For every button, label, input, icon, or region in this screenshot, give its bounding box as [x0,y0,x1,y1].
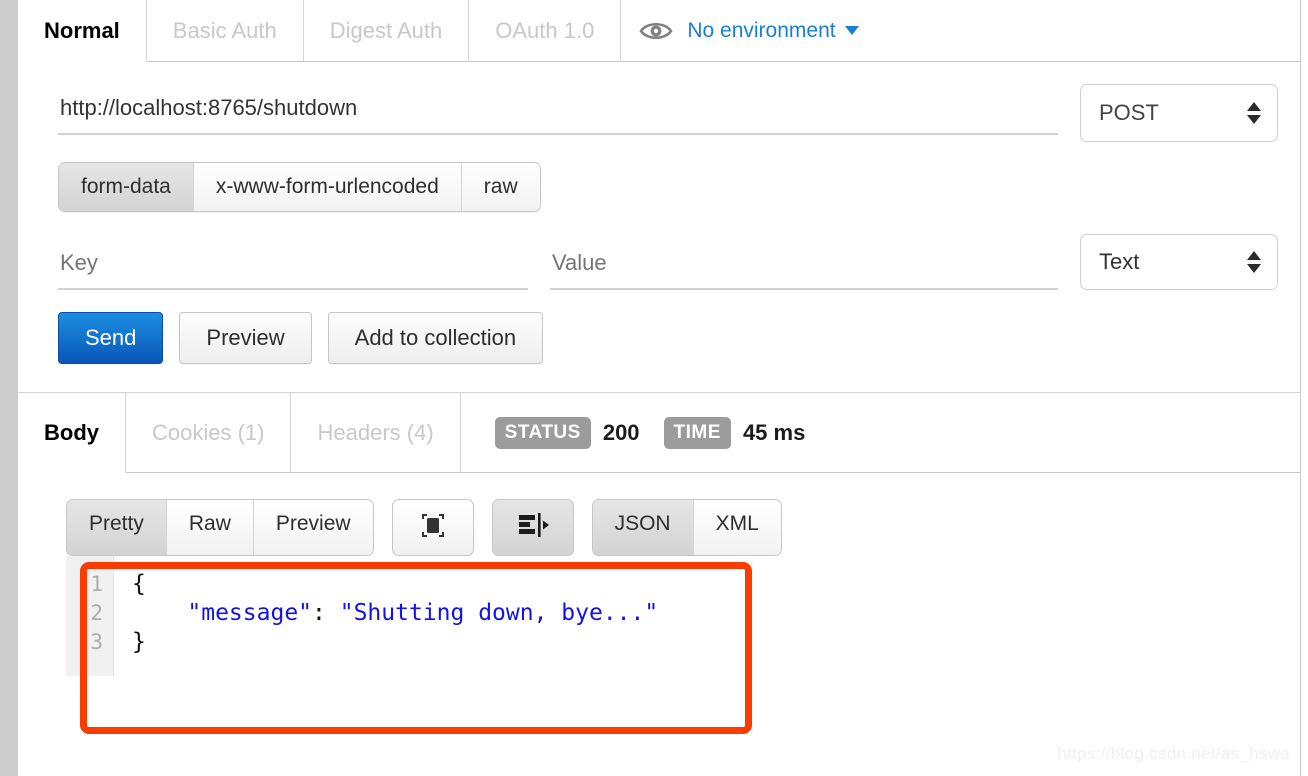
fullscreen-icon [418,510,448,545]
rest-client-app: Normal Basic Auth Digest Auth OAuth 1.0 … [18,0,1300,776]
response-lang-label: XML [716,512,759,535]
environment-selector[interactable]: No environment [687,19,858,43]
form-value-input[interactable] [550,246,1058,290]
word-wrap-icon [516,510,550,545]
auth-tab-label: OAuth 1.0 [495,18,594,44]
response-view-label: Preview [276,512,351,535]
http-method-value: POST [1099,100,1159,126]
body-type-label: raw [484,175,518,198]
watermark: https://blog.csdn.net/as_hswa [1057,744,1290,764]
auth-tab-basic-auth[interactable]: Basic Auth [147,0,304,62]
line-number-gutter: 1 2 3 [66,556,114,676]
http-method-select[interactable]: POST [1080,84,1278,142]
form-data-row: Text [18,212,1300,290]
left-window-edge [0,0,18,776]
response-meta: STATUS 200 TIME 45 ms [461,393,1300,473]
response-language-segmented-control: JSON XML [592,499,782,556]
time-badge: TIME [664,417,731,449]
code-line: "message": "Shutting down, bye..." [132,599,1246,628]
body-type-form-data[interactable]: form-data [59,163,194,211]
json-string-value: "Shutting down, bye..." [340,600,659,626]
response-tab-label: Body [44,420,99,446]
response-view-preview[interactable]: Preview [254,500,373,555]
environment-area: No environment [621,0,1300,62]
response-tab-cookies[interactable]: Cookies (1) [126,393,291,473]
stepper-arrows-icon [1247,102,1261,124]
right-window-edge [1300,0,1308,776]
body-type-x-www-form-urlencoded[interactable]: x-www-form-urlencoded [194,163,462,211]
response-format-toolbar: Pretty Raw Preview [18,473,1300,556]
line-number: 1 [66,570,113,599]
send-button[interactable]: Send [58,312,163,364]
response-view-label: Raw [189,512,231,535]
stepper-arrows-icon [1247,251,1261,273]
fullscreen-button[interactable] [392,499,474,556]
json-separator: : [312,600,340,626]
auth-tab-label: Digest Auth [330,18,443,44]
auth-tab-label: Basic Auth [173,18,277,44]
body-type-label: form-data [81,175,171,198]
auth-tab-normal[interactable]: Normal [18,0,147,62]
body-type-row: form-data x-www-form-urlencoded raw [18,142,1300,212]
status-badge: STATUS [495,417,591,449]
code-token: { [132,571,146,597]
body-type-label: x-www-form-urlencoded [216,175,439,198]
response-tab-headers[interactable]: Headers (4) [291,393,460,473]
code-line: } [132,628,1246,657]
line-number: 3 [66,628,113,657]
eye-icon[interactable] [639,20,673,42]
preview-button[interactable]: Preview [179,312,311,364]
request-url-input[interactable] [58,91,1058,135]
environment-label: No environment [687,19,835,43]
line-number: 2 [66,599,113,628]
response-view-label: Pretty [89,512,144,535]
add-to-collection-button[interactable]: Add to collection [328,312,543,364]
response-tab-bar: Body Cookies (1) Headers (4) STATUS 200 … [18,393,1300,473]
response-tab-label: Headers (4) [317,420,433,446]
auth-tab-oauth-1[interactable]: OAuth 1.0 [469,0,621,62]
status-value: 200 [603,420,640,446]
json-key: "message" [187,600,312,626]
request-url-row: POST [18,62,1300,142]
word-wrap-button[interactable] [492,499,574,556]
response-lang-json[interactable]: JSON [593,500,694,555]
response-view-segmented-control: Pretty Raw Preview [66,499,374,556]
request-actions: Send Preview Add to collection [18,290,1300,364]
body-type-raw[interactable]: raw [462,163,540,211]
response-view-pretty[interactable]: Pretty [67,500,167,555]
form-value-type-value: Text [1099,249,1139,275]
body-type-segmented-control: form-data x-www-form-urlencoded raw [58,162,541,212]
form-key-input[interactable] [58,246,528,290]
response-lang-label: JSON [615,512,671,535]
auth-tab-digest-auth[interactable]: Digest Auth [304,0,470,62]
response-lang-xml[interactable]: XML [694,500,781,555]
code-line: { [132,570,1246,599]
response-body-viewer: 1 2 3 { "message": "Shutting down, bye..… [66,556,1246,676]
code-content: { "message": "Shutting down, bye..." } [114,556,1246,676]
auth-tab-label: Normal [44,18,120,44]
auth-tab-bar: Normal Basic Auth Digest Auth OAuth 1.0 … [18,0,1300,62]
chevron-down-icon [845,26,859,35]
response-tab-label: Cookies (1) [152,420,264,446]
code-token: } [132,629,146,655]
time-value: 45 ms [743,420,805,446]
response-tab-body[interactable]: Body [18,393,126,473]
code-editor[interactable]: 1 2 3 { "message": "Shutting down, bye..… [66,556,1246,676]
form-value-type-select[interactable]: Text [1080,234,1278,290]
response-view-raw[interactable]: Raw [167,500,254,555]
